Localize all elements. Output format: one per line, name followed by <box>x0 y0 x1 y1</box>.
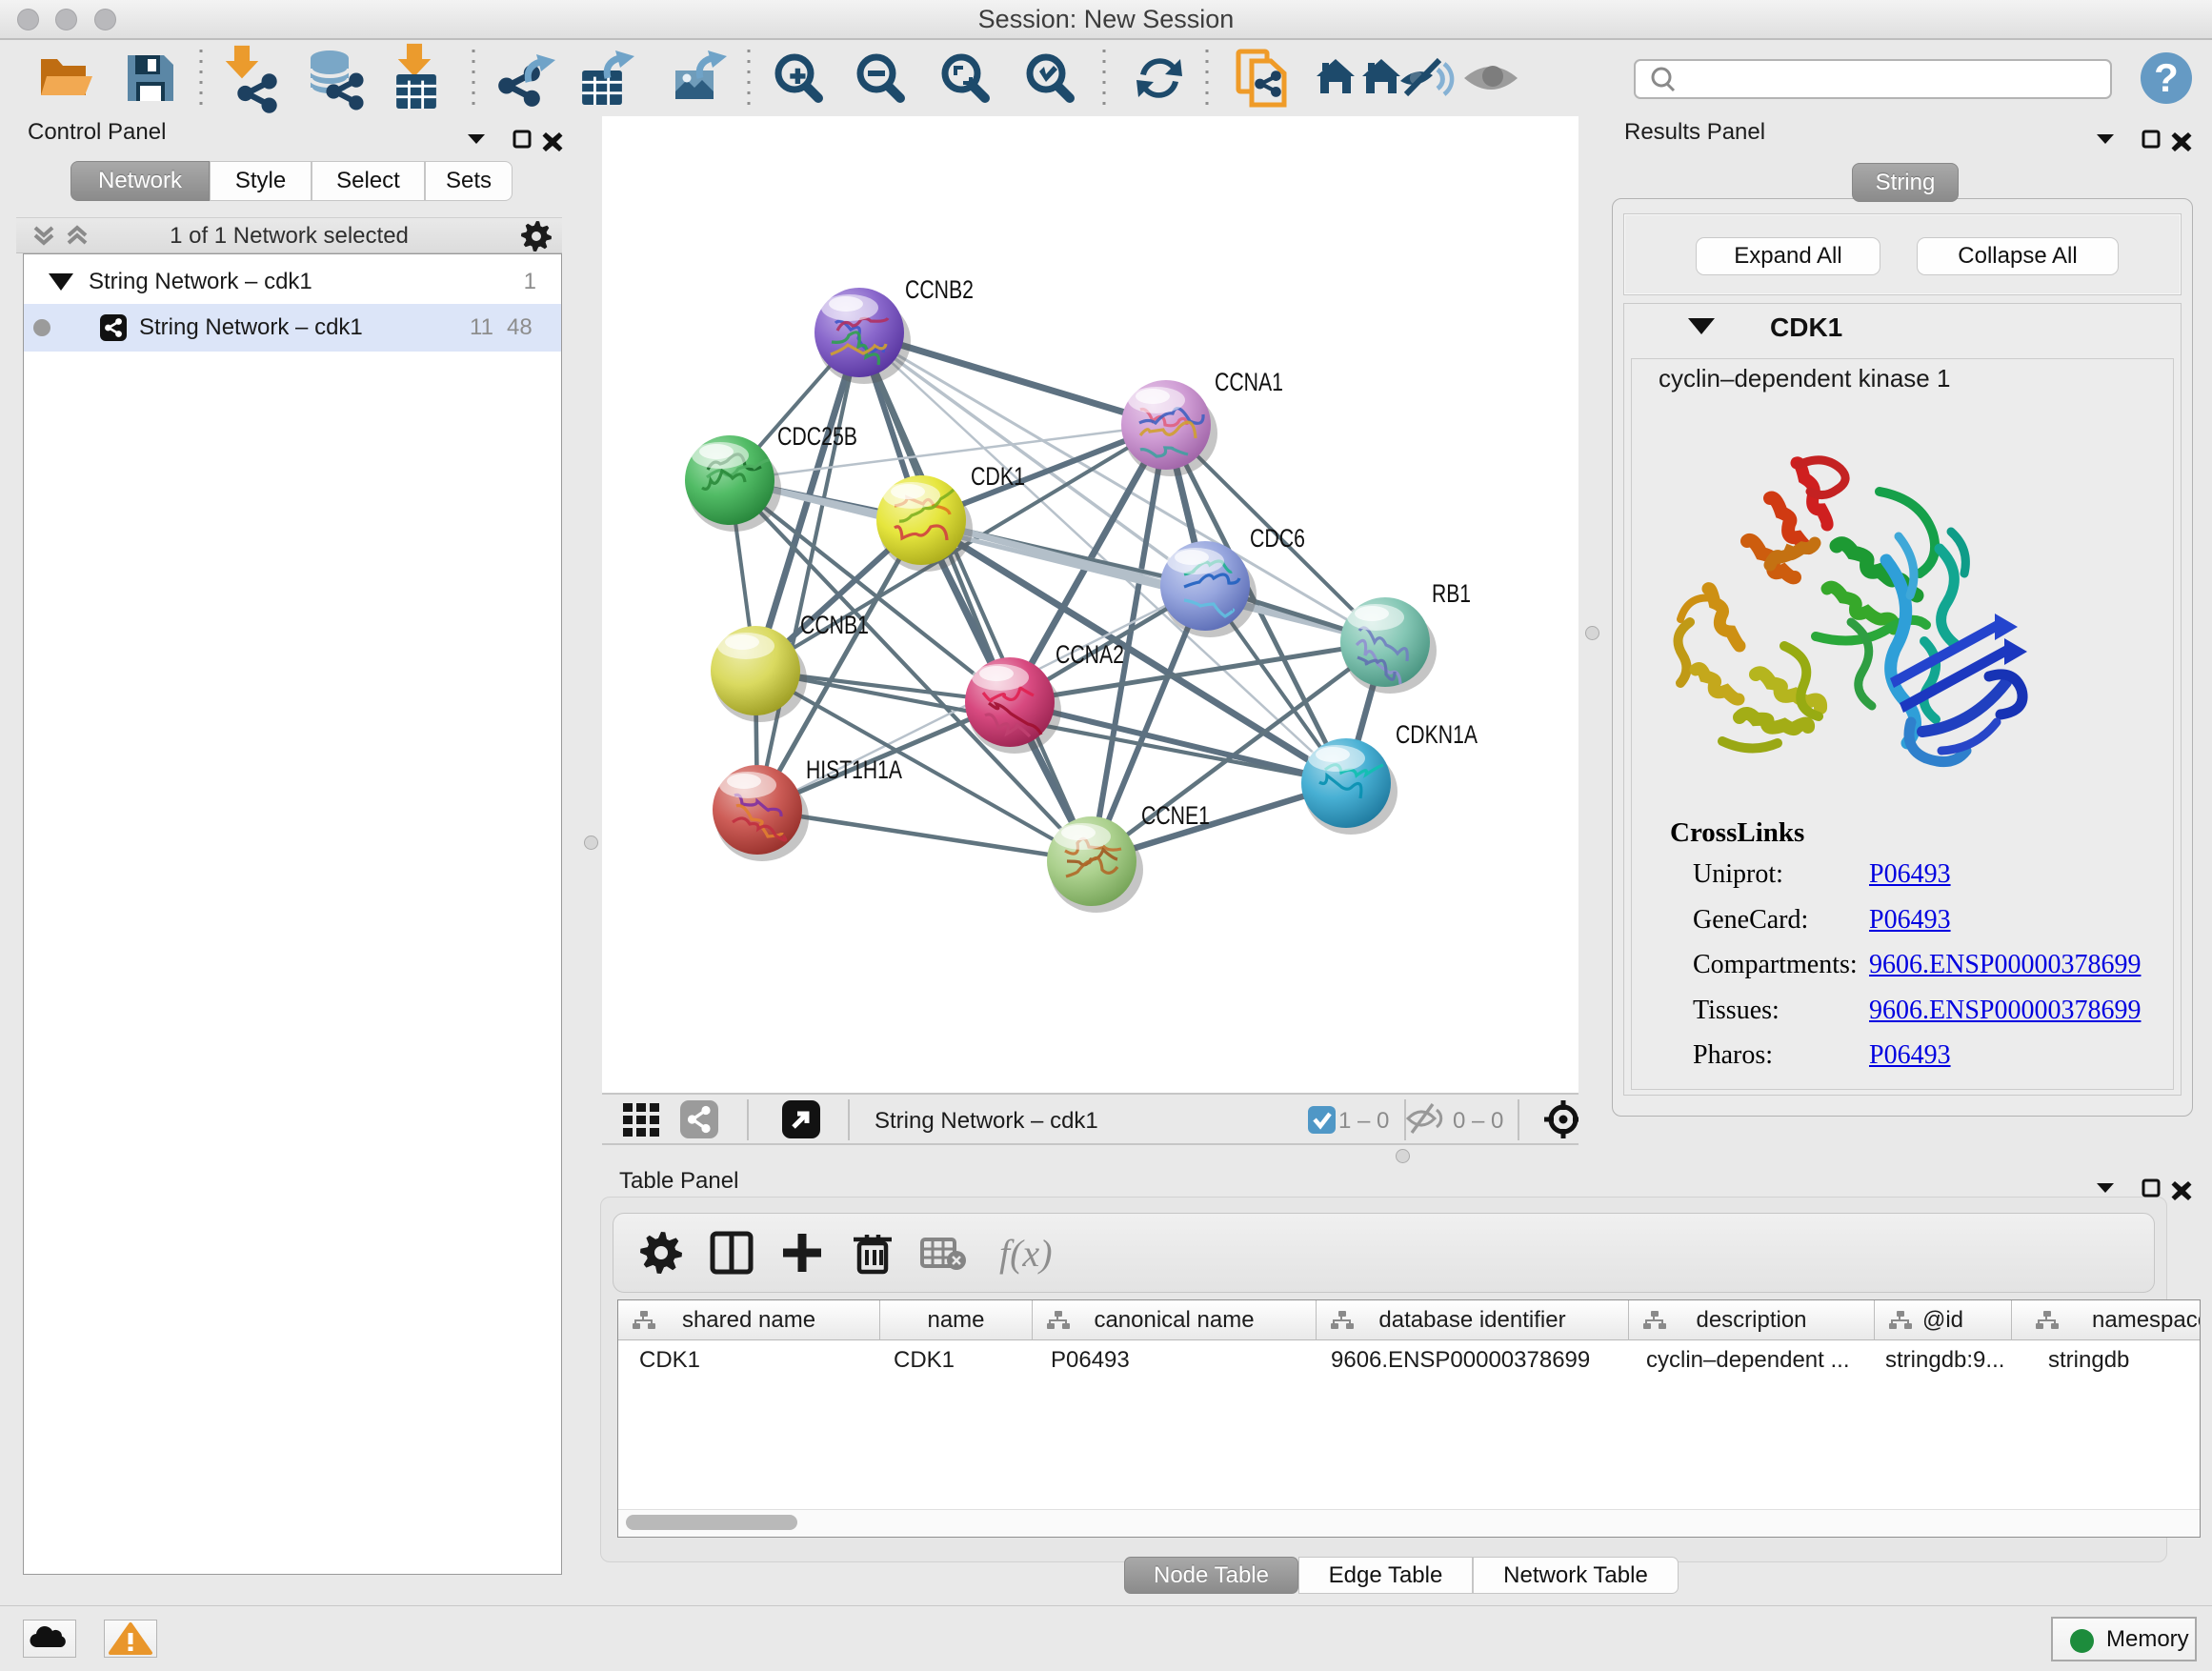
svg-text:CCNB2: CCNB2 <box>905 275 974 304</box>
svg-text:CDC25B: CDC25B <box>777 422 857 451</box>
svg-text:f(x): f(x) <box>999 1232 1053 1275</box>
svg-text:HIST1H1A: HIST1H1A <box>806 755 902 784</box>
svg-text:CCNB1: CCNB1 <box>800 611 869 639</box>
svg-text:1 – 0: 1 – 0 <box>1338 1108 1389 1134</box>
svg-text:String Network – cdk1: String Network – cdk1 <box>875 1108 1098 1134</box>
svg-text:CCNA2: CCNA2 <box>1056 640 1124 669</box>
svg-text:?: ? <box>2154 55 2179 100</box>
svg-text:CDC6: CDC6 <box>1250 524 1305 553</box>
svg-text:CDK1: CDK1 <box>971 462 1025 491</box>
svg-text:CCNA1: CCNA1 <box>1215 368 1283 396</box>
svg-text:CDKN1A: CDKN1A <box>1396 720 1478 749</box>
svg-text:0 – 0: 0 – 0 <box>1453 1108 1503 1134</box>
svg-text:CCNE1: CCNE1 <box>1141 801 1210 830</box>
svg-text:RB1: RB1 <box>1432 579 1471 608</box>
